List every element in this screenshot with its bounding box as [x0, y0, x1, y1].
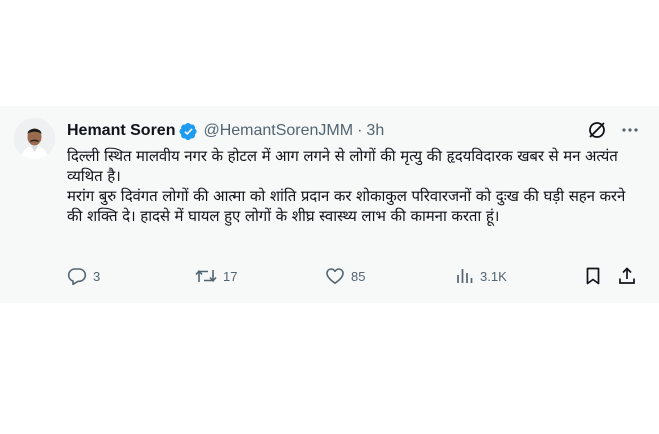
retweet-count: 17: [223, 268, 238, 284]
tweet-text: दिल्ली स्थित मालवीय नगर के होटल में आग ल…: [67, 147, 626, 225]
share-icon: [617, 266, 637, 286]
bookmark-button[interactable]: [583, 266, 603, 286]
reply-icon: [67, 266, 87, 286]
share-button[interactable]: [617, 266, 637, 286]
like-button[interactable]: 85: [325, 266, 365, 286]
tweet-card[interactable]: Hemant Soren @HemantSorenJMM · 3h दिल्ली: [0, 106, 659, 303]
tweet-timestamp[interactable]: 3h: [366, 122, 384, 140]
more-icon[interactable]: [621, 121, 639, 143]
reply-count: 3: [93, 268, 101, 284]
tweet-actions: 3 17 85 3.1K: [67, 266, 639, 292]
views-count: 3.1K: [480, 268, 507, 284]
like-count: 85: [351, 268, 366, 284]
tweet-header: Hemant Soren @HemantSorenJMM · 3h: [67, 120, 579, 142]
reply-button[interactable]: 3: [67, 266, 100, 286]
retweet-icon: [195, 266, 217, 286]
grok-icon[interactable]: [587, 120, 607, 144]
views-button[interactable]: 3.1K: [454, 266, 507, 286]
retweet-button[interactable]: 17: [195, 266, 237, 286]
tweet-top-actions: [587, 120, 639, 144]
views-icon: [454, 266, 474, 286]
like-icon: [325, 266, 345, 286]
verified-badge-icon: [179, 122, 198, 141]
bookmark-icon: [583, 266, 603, 286]
author-name[interactable]: Hemant Soren: [67, 122, 175, 140]
separator-dot: ·: [357, 122, 363, 139]
avatar[interactable]: [14, 118, 55, 159]
author-handle[interactable]: @HemantSorenJMM: [203, 122, 353, 140]
